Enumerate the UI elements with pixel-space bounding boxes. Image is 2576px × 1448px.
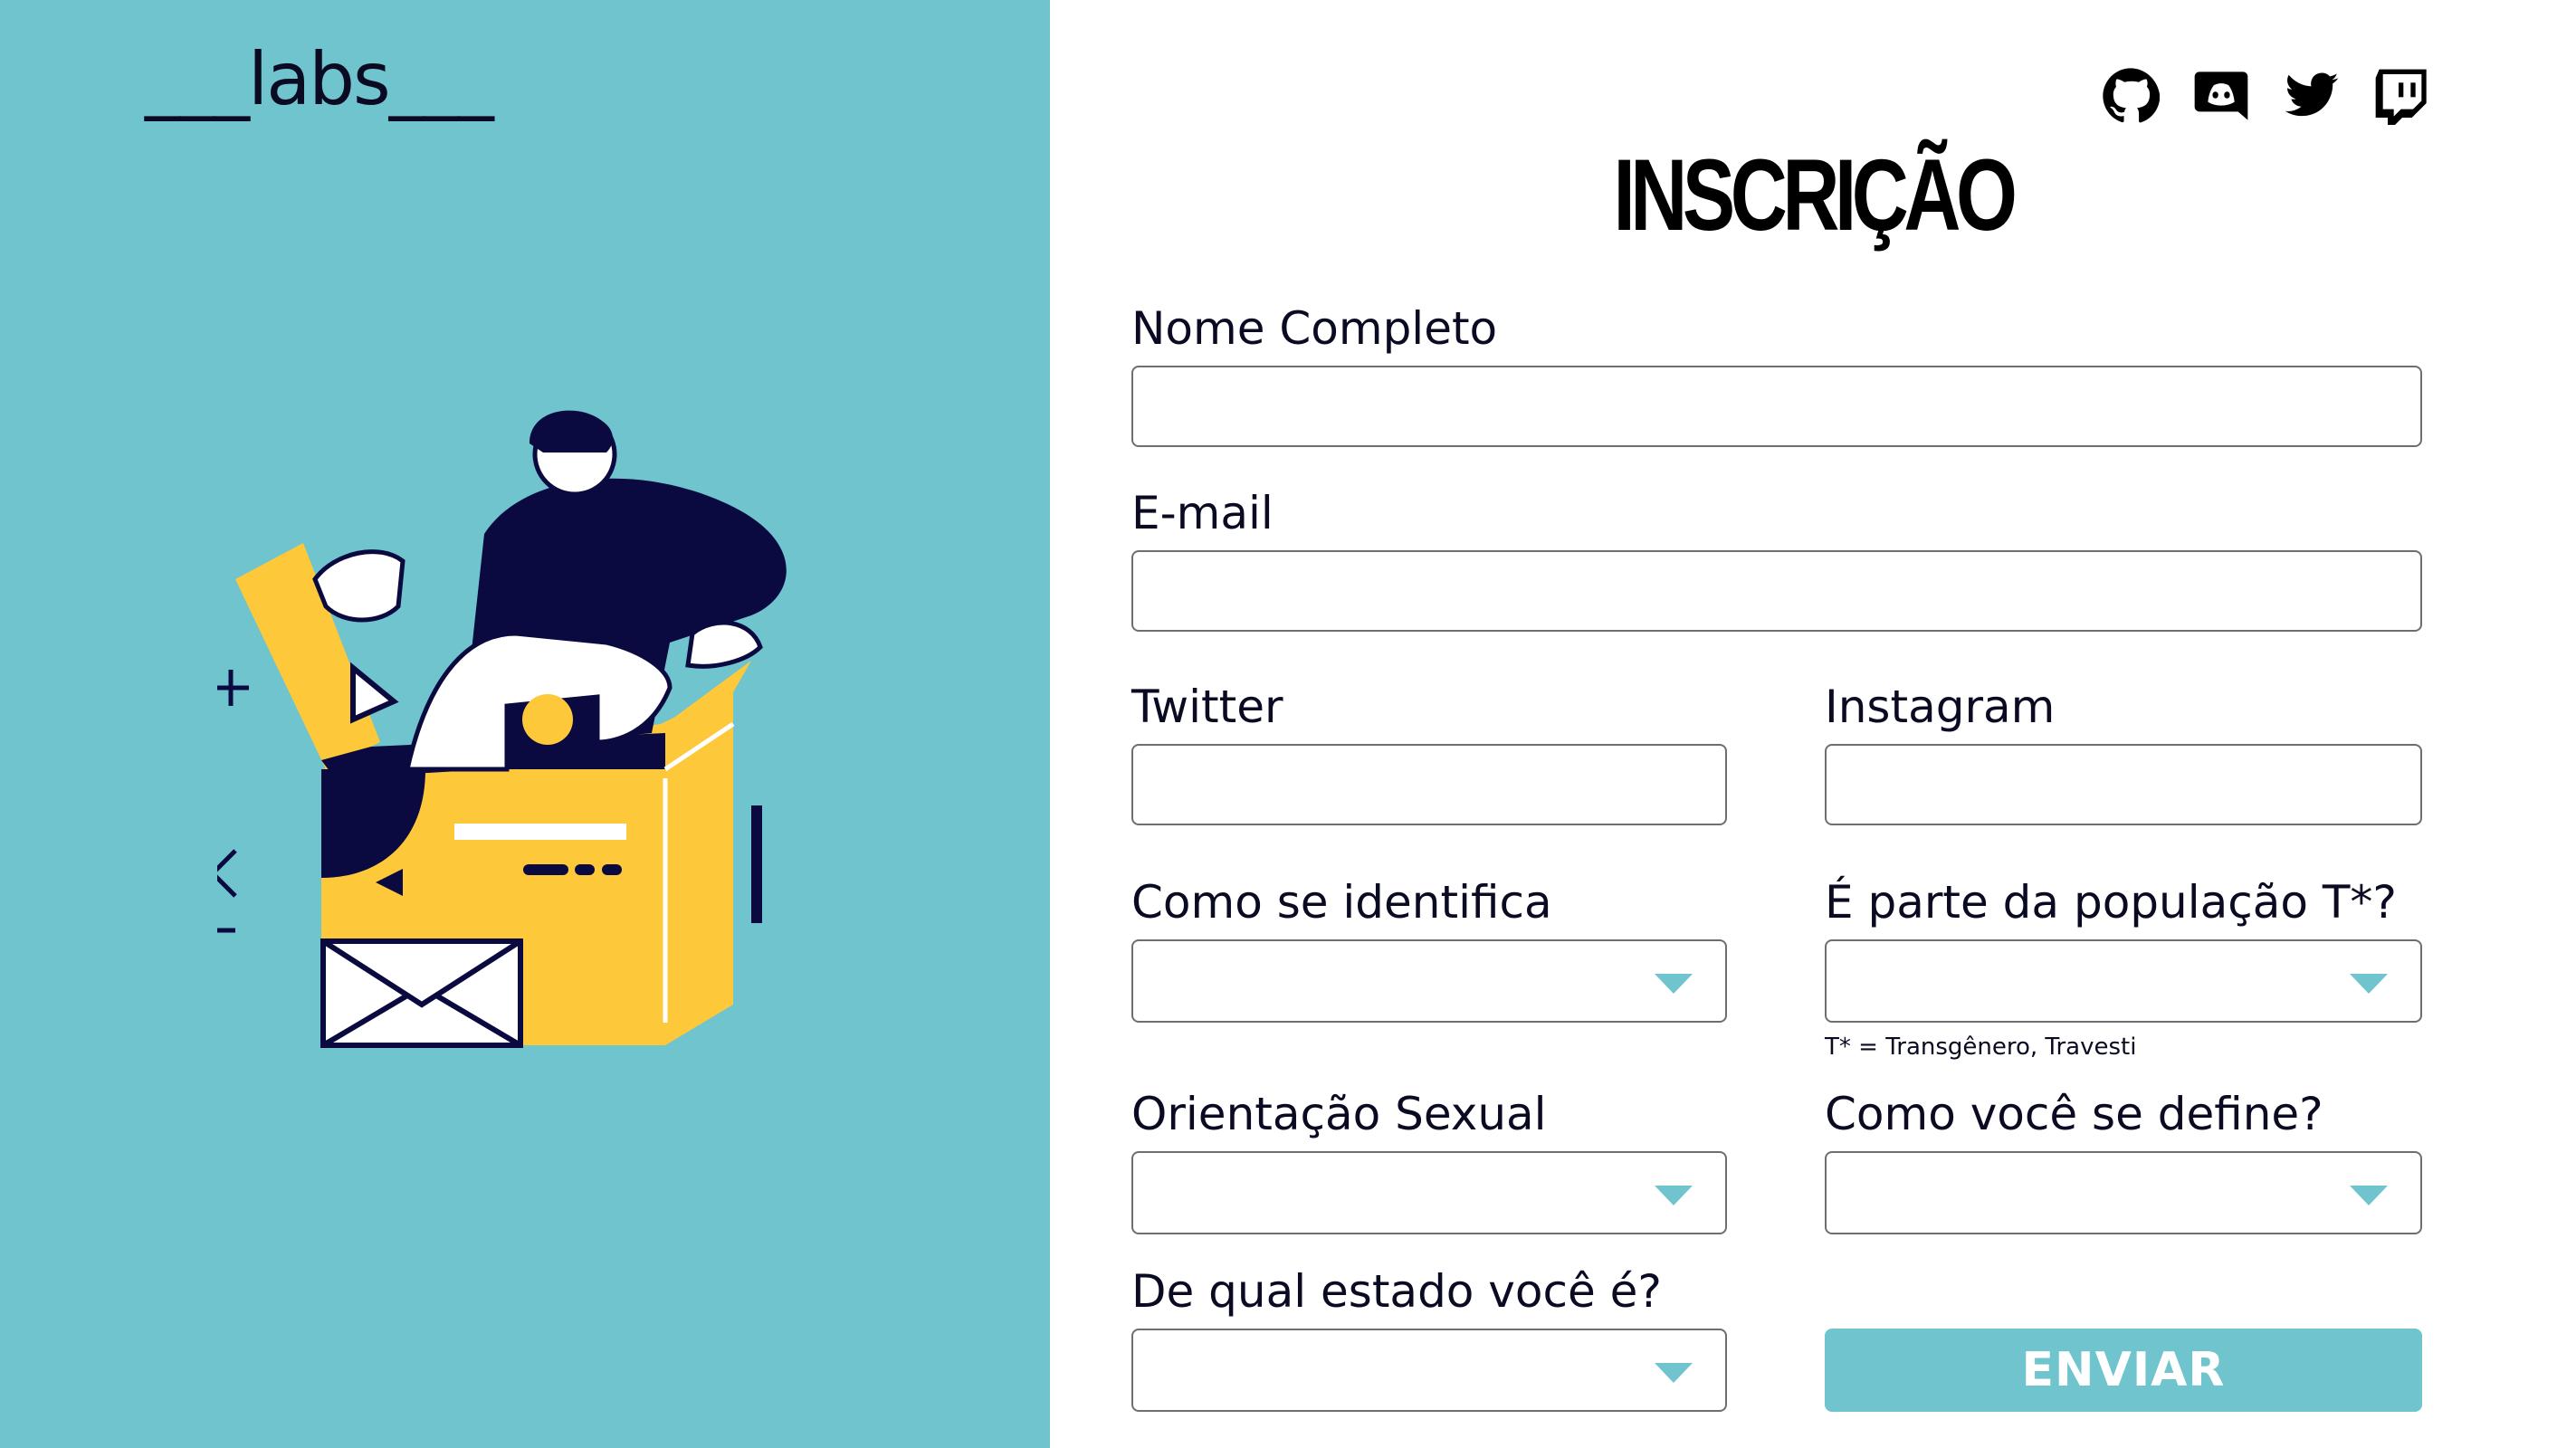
chevron-down-icon xyxy=(1655,1186,1693,1205)
define-label: Como você se define? xyxy=(1825,1088,2323,1140)
submit-button[interactable]: ENVIAR xyxy=(1825,1329,2422,1412)
chevron-down-icon xyxy=(1655,974,1693,994)
full-name-label: Nome Completo xyxy=(1131,302,1498,355)
twitter-icon[interactable] xyxy=(2283,67,2341,125)
chevron-down-icon xyxy=(2350,974,2388,994)
page: ___labs___ INSCRIÇÃO Nome Completo E-mai… xyxy=(0,0,2576,1448)
person-in-box-illustration xyxy=(217,410,787,1048)
instagram-input[interactable] xyxy=(1825,744,2422,825)
email-label: E-mail xyxy=(1131,487,1274,539)
email-input[interactable] xyxy=(1131,550,2422,632)
chevron-down-icon xyxy=(1655,1363,1693,1383)
page-title: INSCRIÇÃO xyxy=(1613,138,2018,252)
twitter-input[interactable] xyxy=(1131,744,1727,825)
orientation-label: Orientação Sexual xyxy=(1131,1088,1547,1140)
github-icon[interactable] xyxy=(2102,67,2160,125)
state-label: De qual estado você é? xyxy=(1131,1265,1662,1318)
trans-label: É parte da população T*? xyxy=(1825,876,2397,929)
signup-panel: INSCRIÇÃO Nome Completo E-mail Twitter I… xyxy=(1050,0,2576,1448)
twitch-icon[interactable] xyxy=(2373,67,2431,125)
chevron-down-icon xyxy=(2350,1186,2388,1205)
full-name-input[interactable] xyxy=(1131,366,2422,447)
trans-hint: T* = Transgênero, Travesti xyxy=(1825,1034,2137,1061)
state-select[interactable] xyxy=(1131,1329,1727,1412)
trans-select[interactable] xyxy=(1825,939,2422,1023)
identity-label: Como se identifica xyxy=(1131,876,1552,929)
orientation-select[interactable] xyxy=(1131,1151,1727,1234)
left-panel: ___labs___ xyxy=(0,0,1050,1448)
instagram-label: Instagram xyxy=(1825,681,2056,733)
discord-icon[interactable] xyxy=(2192,67,2250,125)
define-select[interactable] xyxy=(1825,1151,2422,1234)
twitter-label: Twitter xyxy=(1131,681,1283,733)
social-links xyxy=(2102,67,2431,125)
identity-select[interactable] xyxy=(1131,939,1727,1023)
brand-logo[interactable]: ___labs___ xyxy=(145,43,494,116)
